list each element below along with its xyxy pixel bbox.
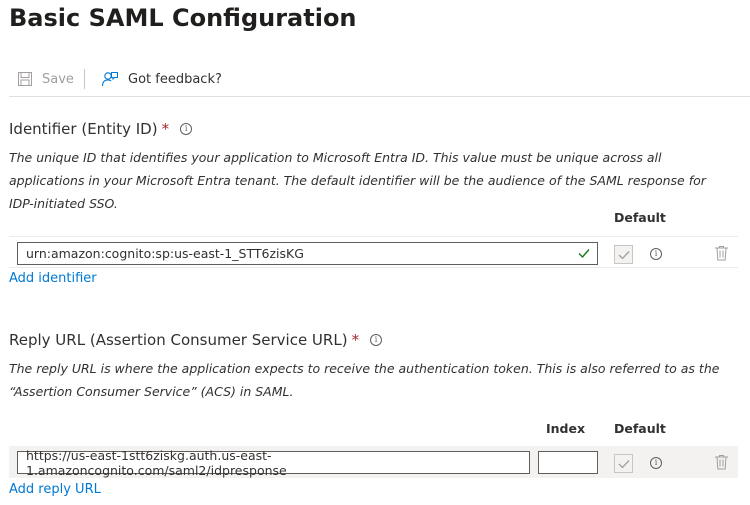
required-marker: * [351, 331, 360, 349]
identifier-default-header: Default [614, 210, 666, 225]
toolbar-divider [84, 69, 85, 89]
reply-url-row: https://us-east-1stt6ziskg.auth.us-east-… [9, 446, 738, 478]
checkmark-icon [618, 250, 629, 259]
identifier-input[interactable]: urn:amazon:cognito:sp:us-east-1_STT6zisK… [17, 242, 598, 265]
reply-url-default-checkbox[interactable] [614, 454, 633, 473]
reply-url-default-header: Default [614, 421, 666, 436]
save-label: Save [42, 71, 74, 87]
page-title: Basic SAML Configuration [9, 4, 357, 32]
feedback-label: Got feedback? [128, 71, 222, 87]
checkmark-icon [618, 459, 629, 468]
info-icon[interactable]: i [650, 248, 662, 260]
identifier-value: urn:amazon:cognito:sp:us-east-1_STT6zisK… [26, 246, 304, 261]
reply-url-value: https://us-east-1stt6ziskg.auth.us-east-… [26, 447, 287, 478]
info-icon[interactable]: i [650, 457, 662, 469]
save-icon [18, 72, 32, 86]
reply-url-input[interactable]: https://us-east-1stt6ziskg.auth.us-east-… [17, 448, 530, 478]
info-icon[interactable]: i [370, 334, 383, 346]
add-identifier-link[interactable]: Add identifier [9, 271, 97, 286]
command-bar: Save Got feedback? [9, 62, 750, 97]
feedback-button[interactable]: Got feedback? [101, 68, 222, 90]
identifier-description: The unique ID that identifies your appli… [9, 150, 706, 211]
reply-url-label-text: Reply URL (Assertion Consumer Service UR… [9, 331, 348, 349]
info-icon[interactable]: i [180, 123, 193, 135]
reply-url-label: Reply URL (Assertion Consumer Service UR… [9, 331, 383, 349]
identifier-default-checkbox[interactable] [614, 245, 633, 264]
identifier-row: urn:amazon:cognito:sp:us-east-1_STT6zisK… [9, 236, 738, 268]
feedback-icon [101, 71, 118, 86]
reply-url-index-header: Index [546, 421, 586, 436]
save-button[interactable]: Save [17, 68, 74, 90]
identifier-label-text: Identifier (Entity ID) [9, 120, 158, 138]
identifier-label: Identifier (Entity ID) * i [9, 120, 193, 138]
reply-url-description: The reply URL is where the application e… [9, 361, 720, 399]
required-marker: * [161, 120, 170, 138]
reply-url-index-input[interactable] [538, 451, 598, 474]
delete-icon[interactable] [714, 245, 729, 261]
valid-check-icon [578, 249, 590, 259]
add-reply-url-link[interactable]: Add reply URL [9, 482, 101, 497]
delete-icon[interactable] [714, 454, 729, 470]
